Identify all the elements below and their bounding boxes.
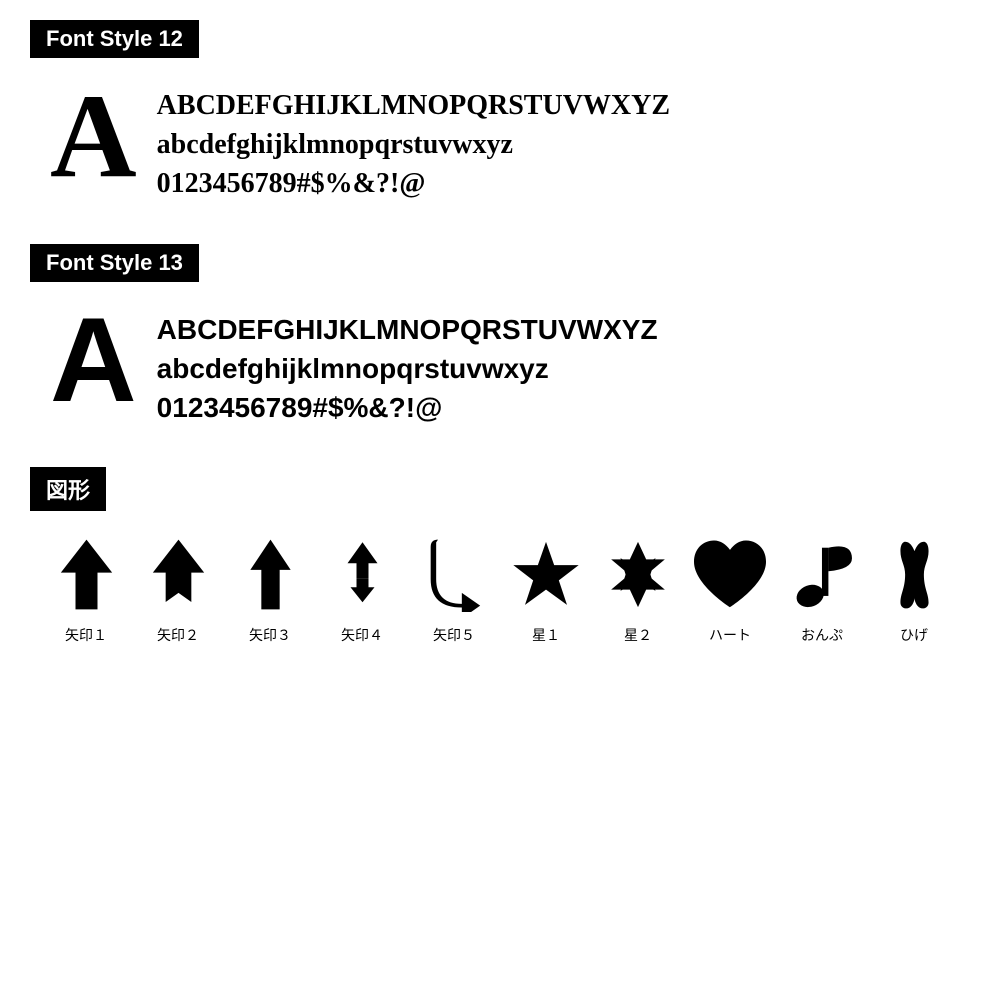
- shape-item-heart: ハート: [684, 529, 776, 645]
- arrow1-icon: [46, 529, 126, 619]
- moustache-label: ひげ: [900, 625, 928, 645]
- font-style-12-label: Font Style 12: [30, 20, 199, 58]
- shape-item-arrow4: 矢印４: [316, 529, 408, 645]
- heart-label: ハート: [709, 625, 751, 645]
- font-style-12-line-3: 0123456789#$%&?!@: [157, 164, 670, 203]
- font-style-13-big-letter: A: [50, 300, 137, 420]
- font-style-13-demo: A ABCDEFGHIJKLMNOPQRSTUVWXYZ abcdefghijk…: [30, 300, 970, 428]
- page: Font Style 12 A ABCDEFGHIJKLMNOPQRSTUVWX…: [0, 0, 1000, 665]
- arrow2-label: 矢印２: [157, 625, 199, 645]
- star2-label: 星２: [624, 625, 652, 645]
- arrow5-label: 矢印５: [433, 625, 475, 645]
- music-label: おんぷ: [801, 625, 843, 645]
- shape-item-arrow3: 矢印３: [224, 529, 316, 645]
- arrow1-label: 矢印１: [65, 625, 107, 645]
- font-style-12-section: Font Style 12 A ABCDEFGHIJKLMNOPQRSTUVWX…: [30, 20, 970, 204]
- font-style-12-char-lines: ABCDEFGHIJKLMNOPQRSTUVWXYZ abcdefghijklm…: [157, 76, 670, 204]
- arrow3-icon: [230, 529, 310, 619]
- font-style-13-char-lines: ABCDEFGHIJKLMNOPQRSTUVWXYZ abcdefghijklm…: [157, 300, 658, 428]
- heart-icon: [690, 529, 770, 619]
- shapes-row: 矢印１ 矢印２ 矢印３: [30, 529, 970, 645]
- music-icon: [782, 529, 862, 619]
- font-style-12-demo: A ABCDEFGHIJKLMNOPQRSTUVWXYZ abcdefghijk…: [30, 76, 970, 204]
- shape-item-arrow2: 矢印２: [132, 529, 224, 645]
- star1-icon: [506, 529, 586, 619]
- shape-item-arrow5: 矢印５: [408, 529, 500, 645]
- arrow2-icon: [138, 529, 218, 619]
- shapes-section-label: 図形: [30, 467, 106, 511]
- moustache-icon: [874, 529, 954, 619]
- shape-item-music: おんぷ: [776, 529, 868, 645]
- font-style-13-line-1: ABCDEFGHIJKLMNOPQRSTUVWXYZ: [157, 310, 658, 349]
- star2-icon: [598, 529, 678, 619]
- shape-item-arrow1: 矢印１: [40, 529, 132, 645]
- font-style-12-big-letter: A: [50, 76, 137, 196]
- arrow5-icon: [414, 529, 494, 619]
- font-style-13-line-2: abcdefghijklmnopqrstuvwxyz: [157, 349, 658, 388]
- shapes-section: 図形 矢印１ 矢印２: [30, 467, 970, 645]
- arrow3-label: 矢印３: [249, 625, 291, 645]
- arrow4-icon: [322, 529, 402, 619]
- shape-item-moustache: ひげ: [868, 529, 960, 645]
- shape-item-star2: 星２: [592, 529, 684, 645]
- font-style-13-line-3: 0123456789#$%&?!@: [157, 388, 658, 427]
- font-style-13-section: Font Style 13 A ABCDEFGHIJKLMNOPQRSTUVWX…: [30, 244, 970, 428]
- font-style-12-line-1: ABCDEFGHIJKLMNOPQRSTUVWXYZ: [157, 86, 670, 125]
- font-style-12-line-2: abcdefghijklmnopqrstuvwxyz: [157, 125, 670, 164]
- arrow4-label: 矢印４: [341, 625, 383, 645]
- shape-item-star1: 星１: [500, 529, 592, 645]
- font-style-13-label: Font Style 13: [30, 244, 199, 282]
- star1-label: 星１: [532, 625, 560, 645]
